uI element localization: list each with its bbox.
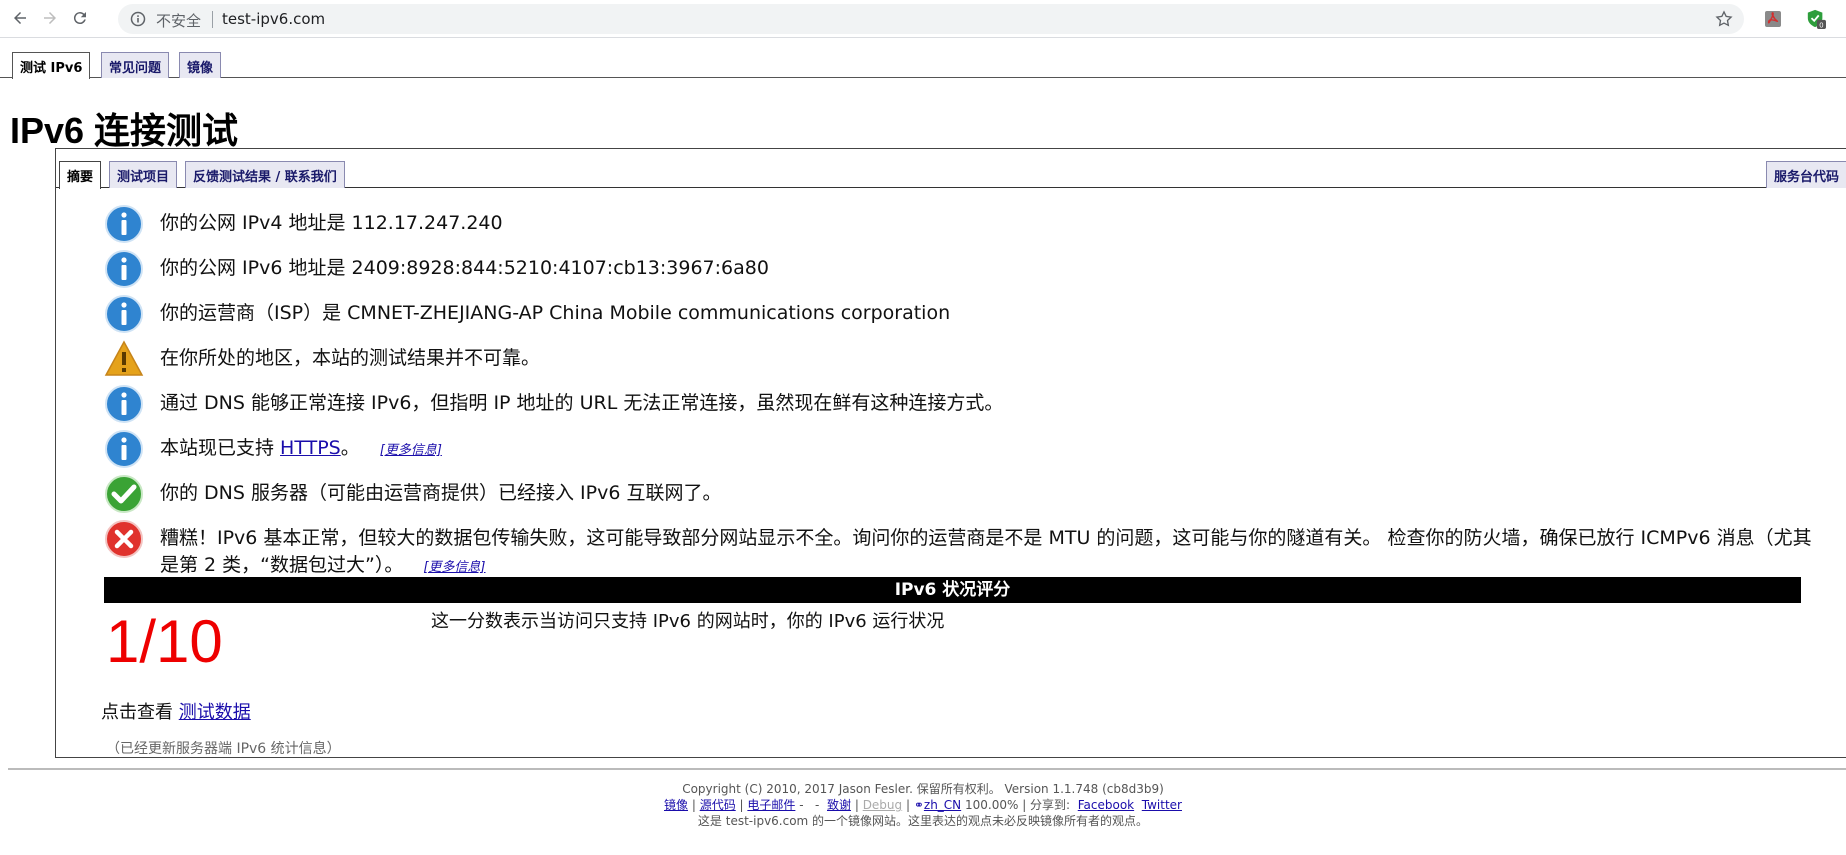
footer-debug-link[interactable]: Debug	[863, 798, 902, 812]
tab-tests[interactable]: 测试项目	[109, 161, 178, 188]
footer-email-link[interactable]: 电子邮件	[747, 798, 795, 812]
page-title: IPv6 连接测试	[10, 110, 239, 151]
error-icon	[105, 520, 143, 558]
footer-facebook-link[interactable]: Facebook	[1078, 798, 1134, 812]
warning-icon	[104, 340, 144, 376]
tab-test-ipv6[interactable]: 测试 IPv6	[12, 52, 91, 79]
check-icon	[105, 475, 143, 513]
test-data-link[interactable]: 测试数据	[179, 702, 251, 723]
dns-literal-text: 通过 DNS 能够正常连接 IPv6，但指明 IP 地址的 URL 无法正常连接…	[160, 392, 1004, 414]
tab-feedback[interactable]: 反馈测试结果 / 联系我们	[185, 161, 345, 188]
copyright-text: Copyright (C) 2010, 2017 Jason Fesler. 保…	[682, 782, 1164, 796]
tab-helpdesk[interactable]: 服务台代码	[1765, 161, 1846, 188]
reload-icon	[73, 12, 86, 25]
view-data-line: 点击查看 测试数据	[101, 698, 251, 724]
browser-toolbar: 不安全 test-ipv6.com 0	[0, 0, 1846, 38]
https-more-info-link[interactable]: [更多信息]	[380, 443, 442, 458]
dns-ok-text: 你的 DNS 服务器（可能由运营商提供）已经接入 IPv6 互联网了。	[160, 482, 722, 504]
insecure-label: 不安全	[156, 12, 202, 30]
mirror-note: 这是 test-ipv6.com 的一个镜像网站。这里表达的观点未必反映镜像所有…	[697, 814, 1149, 828]
tab-mirrors[interactable]: 镜像	[179, 52, 222, 78]
footer-twitter-link[interactable]: Twitter	[1142, 798, 1182, 812]
isp-text: 你的运营商（ISP）是 CMNET-ZHEJIANG-AP China Mobi…	[160, 302, 951, 324]
score-header: IPv6 状况评分	[104, 577, 1801, 603]
stats-note: （已经更新服务器端 IPv6 统计信息）	[106, 741, 341, 757]
https-suffix: 。	[340, 437, 360, 459]
reload-button[interactable]	[69, 7, 91, 29]
footer-dash-2: -	[815, 798, 820, 812]
top-tab-bar: 测试 IPv6 常见问题 镜像	[0, 52, 1846, 79]
locale-icon: ⚭	[913, 798, 924, 812]
back-icon	[14, 12, 26, 24]
forward-icon	[44, 12, 56, 24]
mtu-error-line: 糟糕！IPv6 基本正常，但较大的数据包传输失败，这可能导致部分网站显示不全。询…	[160, 525, 1812, 581]
info-icon	[105, 430, 143, 468]
url-text[interactable]: test-ipv6.com	[222, 10, 325, 28]
ipv6-text: 你的公网 IPv6 地址是 2409:8928:844:5210:4107:cb…	[160, 257, 769, 279]
footer-mirror-link[interactable]: 镜像	[664, 798, 688, 812]
forward-button[interactable]	[39, 7, 61, 29]
pdf-extension-icon[interactable]	[1763, 9, 1783, 29]
extension-badge: 0	[1819, 21, 1823, 29]
star-icon[interactable]	[1714, 9, 1734, 29]
mtu-error-text: 糟糕！IPv6 基本正常，但较大的数据包传输失败，这可能导致部分网站显示不全。询…	[160, 527, 1812, 576]
footer-thanks-link[interactable]: 致谢	[827, 798, 851, 812]
footer-divider	[8, 768, 1846, 770]
back-button[interactable]	[9, 7, 31, 29]
info-icon	[105, 205, 143, 243]
summary-panel: 摘要 测试项目 反馈测试结果 / 联系我们 服务台代码 你的公网 IPv4 地址…	[55, 148, 1846, 758]
ipv4-text: 你的公网 IPv4 地址是 112.17.247.240	[160, 212, 503, 234]
footer-source-link[interactable]: 源代码	[700, 798, 736, 812]
view-data-prefix: 点击查看	[101, 702, 179, 723]
score-description: 这一分数表示当访问只支持 IPv6 的网站时，你的 IPv6 运行状况	[431, 611, 945, 632]
footer-share-label: 分享到:	[1030, 798, 1071, 812]
footer-percent: 100.00%	[964, 798, 1019, 812]
info-icon[interactable]	[130, 11, 146, 27]
omnibox-separator	[212, 11, 213, 28]
info-icon	[105, 295, 143, 333]
sub-tab-bar: 摘要 测试项目 反馈测试结果 / 联系我们 服务台代码	[56, 161, 1846, 189]
address-bar[interactable]: 不安全 test-ipv6.com	[118, 4, 1744, 34]
tab-summary[interactable]: 摘要	[59, 161, 102, 189]
https-link[interactable]: HTTPS	[280, 437, 341, 459]
shield-extension-icon[interactable]: 0	[1806, 9, 1826, 29]
mtu-more-info-link[interactable]: [更多信息]	[423, 560, 485, 575]
footer-links: 镜像 | 源代码 | 电子邮件 - - 致谢 | Debug | ⚭zh_CN …	[664, 798, 1182, 812]
score-value: 1/10	[106, 608, 223, 675]
info-icon	[105, 385, 143, 423]
region-warning-text: 在你所处的地区，本站的测试结果并不可靠。	[160, 347, 541, 369]
footer: Copyright (C) 2010, 2017 Jason Fesler. 保…	[0, 781, 1846, 829]
info-icon	[105, 250, 143, 288]
footer-locale-link[interactable]: zh_CN	[924, 798, 961, 812]
https-line: 本站现已支持 HTTPS。 [更多信息]	[160, 435, 442, 464]
footer-dash: -	[799, 798, 804, 812]
https-prefix: 本站现已支持	[160, 437, 281, 459]
tab-faq[interactable]: 常见问题	[101, 52, 170, 78]
